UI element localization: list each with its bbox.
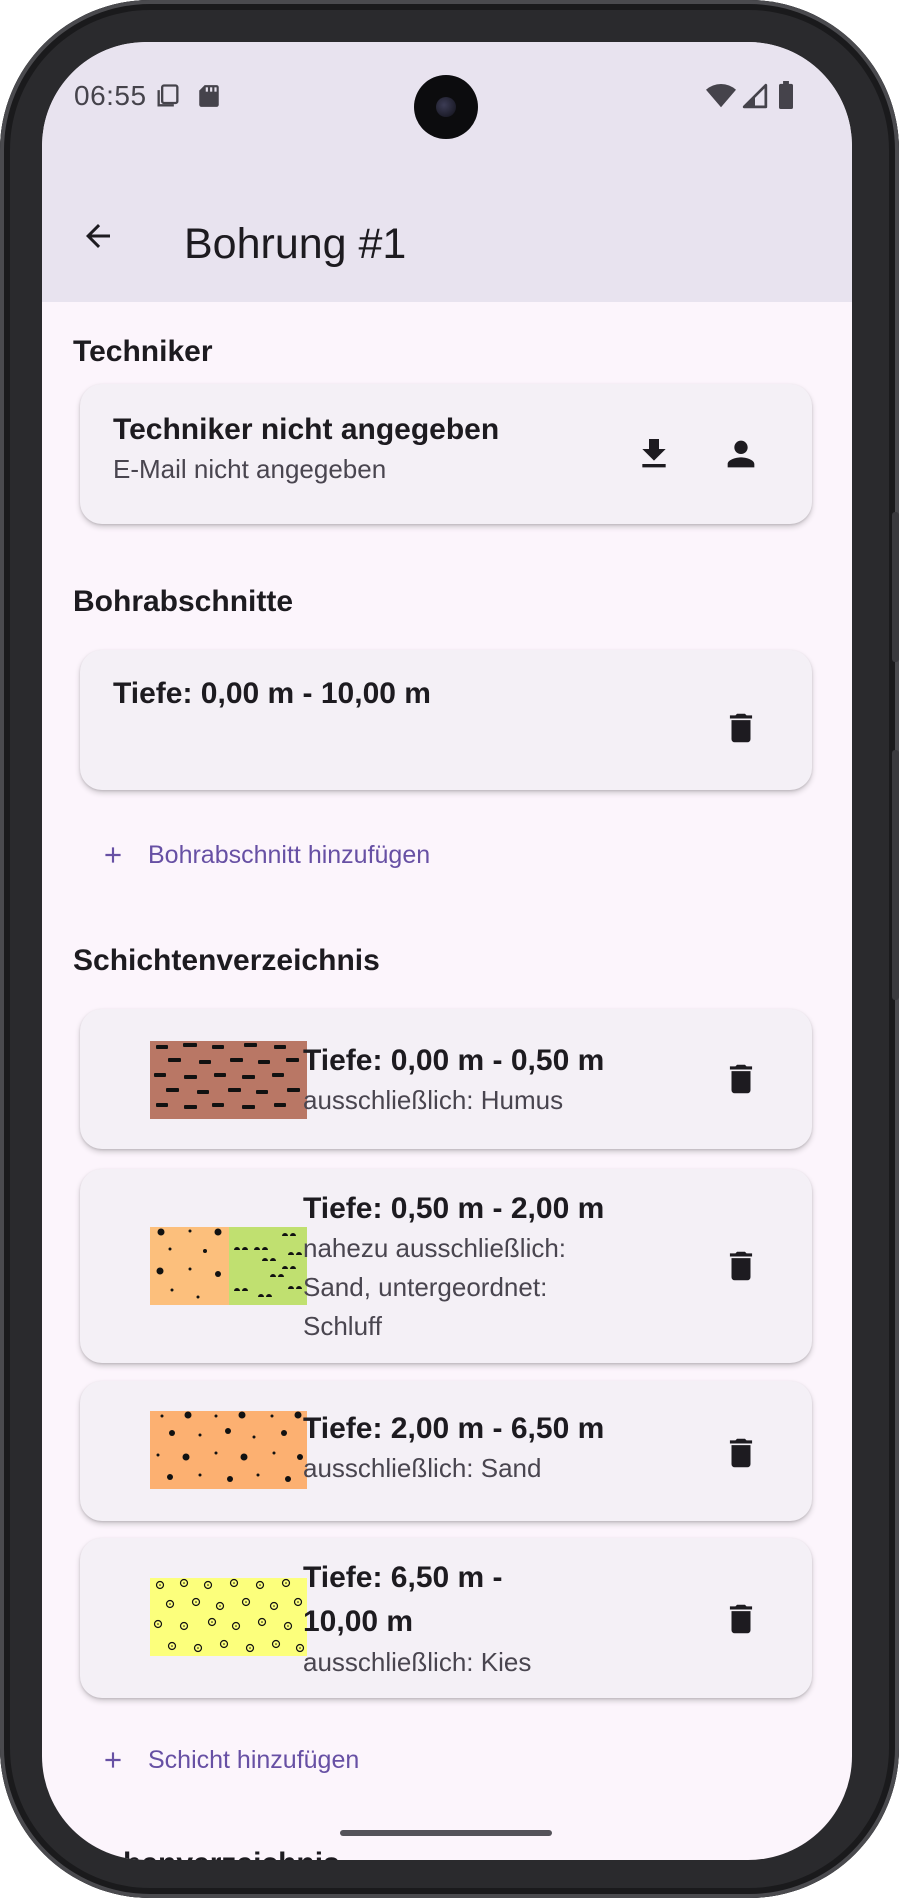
home-indicator[interactable] — [340, 1830, 552, 1836]
add-bohrabschnitt-button[interactable]: Bohrabschnitt hinzufügen — [100, 825, 430, 885]
add-layer-button[interactable]: Schicht hinzufügen — [100, 1730, 359, 1790]
status-time: 06:55 — [74, 80, 147, 111]
bohrabschnitt-depth: Tiefe: 0,00 m - 10,00 m — [113, 677, 431, 710]
layer-description: ausschließlich: Sand — [303, 1453, 542, 1483]
section-title-schichtenverzeichnis: Schichtenverzeichnis — [73, 944, 380, 977]
delete-icon — [729, 1604, 753, 1634]
power-button — [892, 750, 899, 1000]
delete-icon — [729, 1251, 753, 1281]
arrow-back-icon — [86, 224, 110, 248]
delete-layer-button[interactable] — [713, 1425, 769, 1481]
layer-description: ausschließlich: Kies — [303, 1647, 532, 1677]
add-bohrabschnitt-label: Bohrabschnitt hinzufügen — [148, 840, 431, 869]
layer-depth: Tiefe: 0,00 m - 0,50 m — [303, 1044, 605, 1077]
bohrabschnitt-card[interactable]: Tiefe: 0,00 m - 10,00 m — [80, 650, 812, 790]
phone-screen: 06:55 Bohrung #1 Techniker Techniker nic… — [42, 42, 852, 1860]
wifi-icon — [706, 83, 736, 114]
sd-card-icon — [196, 82, 222, 115]
plus-icon — [105, 847, 121, 863]
add-layer-label: Schicht hinzufügen — [148, 1745, 360, 1774]
delete-layer-button[interactable] — [713, 1591, 769, 1647]
front-camera — [414, 75, 478, 139]
layer-depth: Tiefe: 0,50 m - 2,00 m — [303, 1192, 605, 1225]
layer-card[interactable]: Tiefe: 0,00 m - 0,50 m ausschließlich: H… — [80, 1009, 812, 1149]
delete-bohrabschnitt-button[interactable] — [713, 700, 769, 756]
assign-person-button[interactable] — [713, 426, 769, 482]
delete-icon — [729, 713, 753, 743]
layer-card[interactable]: Tiefe: 6,50 m - 10,00 m ausschließlich: … — [80, 1538, 812, 1698]
layer-description: ausschließlich: Humus — [303, 1085, 564, 1115]
back-button[interactable] — [70, 208, 126, 264]
status-bar: 06:55 — [42, 42, 852, 172]
layer-depth: Tiefe: 6,50 m - 10,00 m — [303, 1561, 503, 1638]
layer-depth: Tiefe: 2,00 m - 6,50 m — [303, 1412, 605, 1445]
plus-icon — [105, 1752, 121, 1768]
humus-pattern-icon — [150, 1041, 307, 1119]
section-title-bohrabschnitte: Bohrabschnitte — [73, 585, 294, 618]
delete-layer-button[interactable] — [713, 1238, 769, 1294]
section-title-probenverzeichnis: Probenverzeichnis — [73, 1847, 340, 1860]
screen-record-icon — [154, 82, 182, 115]
signal-icon — [742, 83, 768, 114]
delete-icon — [729, 1064, 753, 1094]
person-icon — [727, 440, 755, 468]
techniker-email: E-Mail nicht angegeben — [113, 454, 387, 484]
page-title: Bohrung #1 — [184, 220, 407, 268]
techniker-card[interactable]: Techniker nicht angegeben E-Mail nicht a… — [80, 384, 812, 524]
app-bar: Bohrung #1 — [42, 172, 852, 302]
layer-description: nahezu ausschließlich: Sand, untergeordn… — [303, 1233, 567, 1341]
sand-pattern-icon — [150, 1411, 307, 1489]
delete-icon — [729, 1438, 753, 1468]
download-icon — [642, 439, 666, 468]
layer-card[interactable]: Tiefe: 2,00 m - 6,50 m ausschließlich: S… — [80, 1381, 812, 1521]
delete-layer-button[interactable] — [713, 1051, 769, 1107]
sand-schluff-pattern-icon — [150, 1227, 307, 1305]
battery-icon — [778, 81, 794, 114]
layer-card[interactable]: Tiefe: 0,50 m - 2,00 m nahezu ausschließ… — [80, 1169, 812, 1363]
download-button[interactable] — [626, 426, 682, 482]
main-content[interactable]: Techniker Techniker nicht angegeben E-Ma… — [42, 302, 852, 1860]
techniker-name: Techniker nicht angegeben — [113, 413, 500, 446]
section-title-techniker: Techniker — [73, 335, 213, 368]
volume-button — [892, 512, 899, 662]
kies-pattern-icon — [150, 1578, 307, 1656]
